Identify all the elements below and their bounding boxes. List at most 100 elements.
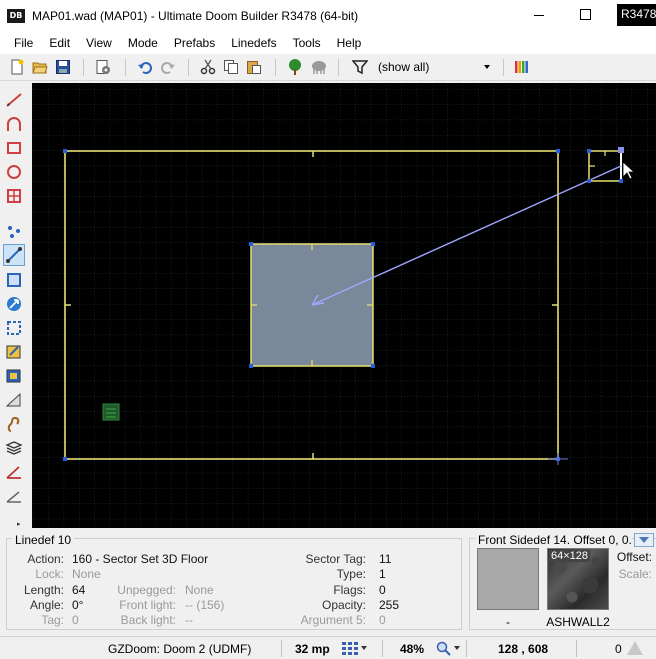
sidedef-info-title: Front Sidedef 14. Offset 0, 0. Sector 10	[475, 533, 632, 547]
menu-edit[interactable]: Edit	[41, 36, 78, 50]
sector-tag-value: 11	[379, 552, 392, 566]
upper-texture-preview[interactable]	[477, 548, 539, 610]
lock-label: Lock:	[35, 567, 64, 581]
things-filter-tree-icon[interactable]	[287, 59, 303, 75]
middle-texture-name: ASHWALL2	[546, 615, 610, 629]
new-map-icon[interactable]	[9, 59, 25, 75]
filter-icon[interactable]	[352, 59, 368, 75]
status-separator	[281, 640, 282, 657]
status-bar: GZDoom: Doom 2 (UDMF) 32 mp 48% 128 , 60…	[0, 636, 656, 659]
menu-bar: File Edit View Mode Prefabs Linedefs Too…	[0, 31, 656, 54]
back-light-value: --	[185, 613, 193, 627]
cut-icon[interactable]	[200, 59, 216, 75]
draw-rectangle-icon[interactable]	[5, 139, 23, 157]
draw-grid-icon[interactable]	[5, 187, 23, 205]
selected-vertex[interactable]	[618, 147, 624, 153]
length-value: 64	[72, 583, 86, 597]
draw-lines-icon[interactable]	[5, 91, 23, 109]
paste-icon[interactable]	[246, 59, 262, 75]
angle-label: Angle:	[29, 598, 64, 612]
toolbar-separator	[275, 59, 276, 76]
window-title: MAP01.wad (MAP01) - Ultimate Doom Builde…	[32, 8, 359, 23]
texture-size-badge: 64×128	[549, 550, 591, 562]
redo-icon[interactable]	[160, 59, 176, 75]
minimize-button[interactable]	[532, 8, 546, 22]
undo-icon[interactable]	[137, 59, 153, 75]
menu-help[interactable]: Help	[329, 36, 370, 50]
app-window: DB MAP01.wad (MAP01) - Ultimate Doom Bui…	[0, 0, 656, 659]
sound-icon[interactable]	[5, 415, 23, 433]
draw-ellipse-icon[interactable]	[5, 163, 23, 181]
toolbar-separator	[188, 59, 189, 76]
thing-icon[interactable]	[102, 403, 120, 421]
angle-icon[interactable]	[5, 463, 23, 481]
map-canvas[interactable]	[32, 83, 656, 528]
save-map-icon[interactable]	[55, 59, 71, 75]
menu-tools[interactable]: Tools	[285, 36, 329, 50]
toolbar-separator	[125, 59, 126, 76]
map-view[interactable]	[32, 83, 656, 528]
layers-icon[interactable]	[5, 439, 23, 457]
front-light-value: -- (156)	[185, 598, 225, 612]
sector-tag-label: Sector Tag:	[305, 552, 366, 566]
front-light-label: Front light:	[119, 598, 176, 612]
line-angle-icon[interactable]	[5, 487, 23, 505]
grid-size-status[interactable]: 32 mp	[295, 642, 330, 656]
angle-value: 0°	[72, 598, 84, 612]
type-label: Type:	[336, 567, 366, 581]
toolstrip-scroll-icon[interactable]: ▸	[17, 520, 27, 529]
toolbar-separator	[503, 59, 504, 76]
grid-icon[interactable]	[342, 642, 358, 655]
toolbar	[0, 54, 656, 81]
linedef-info-title: Linedef 10	[12, 533, 75, 547]
linedefs-mode-icon[interactable]	[3, 244, 25, 266]
scale-label: Scale:	[618, 567, 652, 581]
zoom-dropdown-icon[interactable]	[454, 646, 460, 650]
menu-view[interactable]: View	[78, 36, 120, 50]
grid-dropdown-icon[interactable]	[361, 646, 367, 650]
map-options-icon[interactable]	[95, 59, 111, 75]
action-value: 160 - Sector Set 3D Floor	[72, 552, 209, 566]
toolbar-separator	[83, 59, 84, 76]
draw-curve-icon[interactable]	[5, 115, 23, 133]
unpegged-value: None	[185, 583, 214, 597]
zoom-icon[interactable]	[436, 641, 452, 656]
title-bar: DB MAP01.wad (MAP01) - Ultimate Doom Bui…	[0, 0, 656, 31]
volume-status: 0	[615, 642, 622, 656]
thing-icon[interactable]	[311, 59, 327, 75]
sectors-mode-icon[interactable]	[5, 271, 23, 289]
upper-texture-name: -	[506, 615, 510, 629]
vertices-mode-icon[interactable]	[5, 223, 23, 241]
tag-value: 0	[72, 613, 79, 627]
mode-toolstrip	[0, 81, 30, 531]
version-badge: R3478	[617, 4, 656, 26]
slope-icon[interactable]	[5, 391, 23, 409]
menu-linedefs[interactable]: Linedefs	[223, 36, 284, 50]
opacity-value: 255	[379, 598, 400, 612]
select-sector-icon[interactable]	[5, 319, 23, 337]
action-label: Action:	[27, 552, 64, 566]
status-separator	[466, 640, 467, 657]
menu-mode[interactable]: Mode	[120, 36, 166, 50]
collapse-panel-button[interactable]	[634, 533, 654, 547]
palette-icon[interactable]	[514, 59, 530, 75]
open-map-icon[interactable]	[32, 59, 48, 75]
menu-file[interactable]: File	[6, 36, 41, 50]
things-mode-icon[interactable]	[5, 295, 23, 313]
things-filter-select[interactable]: (show all)	[373, 58, 497, 77]
menu-prefabs[interactable]: Prefabs	[166, 36, 223, 50]
toolbar-separator	[338, 59, 339, 76]
offset-label: Offset:	[616, 550, 652, 564]
make-sector-icon[interactable]	[5, 343, 23, 361]
maximize-button[interactable]	[580, 9, 591, 20]
engine-config-status[interactable]: GZDoom: Doom 2 (UDMF)	[108, 642, 251, 656]
copy-icon[interactable]	[223, 59, 239, 75]
argument5-value: 0	[379, 613, 386, 627]
back-light-label: Back light:	[120, 613, 176, 627]
sector-3d-icon[interactable]	[5, 367, 23, 385]
type-value: 1	[379, 567, 386, 581]
zoom-status[interactable]: 48%	[400, 642, 424, 656]
flags-value: 0	[379, 583, 386, 597]
flags-label: Flags:	[333, 583, 366, 597]
volume-icon[interactable]	[627, 641, 643, 655]
